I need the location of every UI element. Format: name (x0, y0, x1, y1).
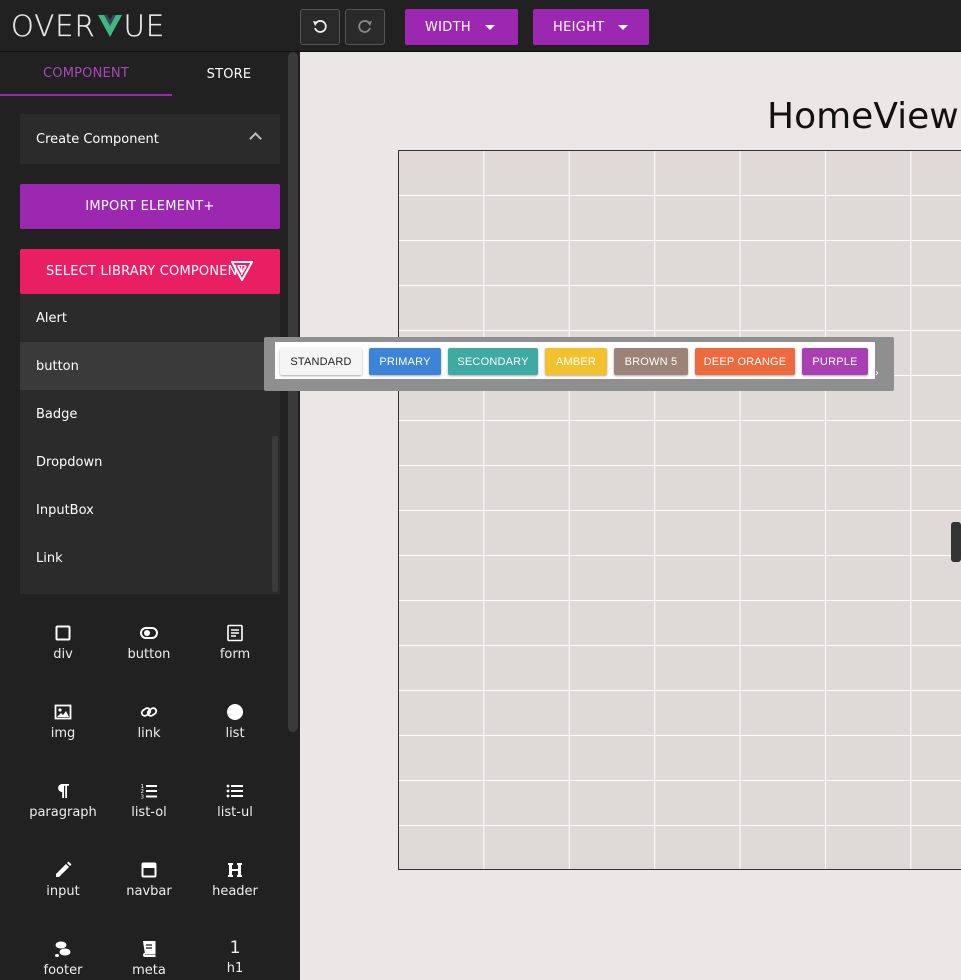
element-label: input (46, 884, 80, 899)
element-label: link (137, 726, 161, 741)
element-div[interactable]: div (20, 614, 106, 693)
import-element-button[interactable]: IMPORT ELEMENT+ (20, 184, 280, 229)
undo-button[interactable] (300, 9, 340, 45)
ordered-list-icon: 123 (141, 784, 157, 801)
element-link[interactable]: link (106, 693, 192, 772)
select-library-component-label: SELECT LIBRARY COMPONENT (46, 264, 246, 279)
height-label: HEIGHT (553, 19, 605, 35)
footprint-icon (55, 941, 71, 957)
form-icon (227, 624, 243, 642)
library-item-badge[interactable]: Badge (20, 390, 270, 438)
element-label: list-ol (131, 805, 167, 820)
button-purple[interactable]: PURPLE (802, 348, 868, 375)
vue-v-logo-icon (97, 15, 122, 37)
chevron-up-icon (249, 132, 262, 145)
button-group-frame: STANDARD PRIMARY SECONDARY AMBER BROWN 5… (275, 342, 875, 379)
element-button[interactable]: button (106, 614, 192, 693)
chevron-right-icon: › (875, 368, 879, 379)
element-header[interactable]: header (192, 851, 278, 930)
caret-down-icon (618, 24, 629, 30)
paragraph-icon (58, 784, 69, 798)
toggle-icon (140, 627, 158, 639)
element-meta[interactable]: meta (106, 930, 192, 980)
element-label: list-ul (217, 805, 253, 820)
tab-component[interactable]: COMPONENT (0, 52, 172, 96)
button-secondary[interactable]: SECONDARY (448, 348, 538, 375)
element-img[interactable]: img (20, 693, 106, 772)
element-label: header (212, 884, 258, 899)
view-title: HomeView (767, 96, 959, 137)
library-item-button[interactable]: button (20, 342, 270, 390)
element-label: h1 (226, 961, 244, 976)
logo-text-left: OVER (11, 9, 96, 43)
element-paragraph[interactable]: paragraph (20, 772, 106, 851)
sidebar-scrollbar[interactable] (288, 52, 298, 732)
element-footer[interactable]: footer (20, 930, 106, 980)
top-toolbar: OVER UE WIDTH HEIGHT (0, 0, 961, 52)
height-dropdown-button[interactable]: HEIGHT (533, 9, 649, 45)
element-label: button (127, 647, 171, 662)
element-label: meta (132, 963, 166, 978)
element-list[interactable]: list (192, 693, 278, 772)
sidebar: COMPONENT STORE Create Component IMPORT … (0, 52, 300, 980)
library-item-alert[interactable]: Alert (20, 294, 270, 342)
element-input[interactable]: input (20, 851, 106, 930)
resize-handle[interactable] (951, 522, 961, 562)
library-component-list: Alert button Badge Dropdown InputBox Lin… (20, 294, 280, 594)
library-list-scrollbar[interactable] (272, 436, 278, 592)
layout-grid[interactable] (398, 150, 961, 870)
circle-icon (227, 704, 243, 720)
element-h1[interactable]: 1 h1 (192, 930, 278, 980)
button-brown[interactable]: BROWN 5 (614, 348, 688, 375)
square-icon (55, 625, 71, 641)
select-library-component-button[interactable]: SELECT LIBRARY COMPONENT (20, 249, 280, 294)
svg-text:3: 3 (141, 795, 145, 801)
create-component-panel-header[interactable]: Create Component (20, 114, 280, 164)
button-amber[interactable]: AMBER (545, 348, 607, 375)
redo-icon (358, 20, 372, 33)
button-standard[interactable]: STANDARD (280, 348, 362, 375)
element-form[interactable]: form (192, 614, 278, 693)
pencil-icon (56, 861, 72, 877)
element-label: img (50, 726, 76, 741)
redo-button[interactable] (345, 9, 385, 45)
element-label: navbar (126, 884, 172, 899)
logo-text-right: UE (123, 9, 166, 43)
element-label: paragraph (29, 805, 97, 820)
canvas-area: HomeView (300, 52, 961, 980)
element-label: form (219, 647, 251, 662)
link-icon (140, 707, 158, 717)
element-label: footer (43, 963, 83, 978)
book-icon (143, 941, 156, 957)
width-dropdown-button[interactable]: WIDTH (405, 9, 518, 45)
sidebar-tabs: COMPONENT STORE (0, 52, 286, 96)
element-label: div (53, 647, 73, 662)
element-navbar[interactable]: navbar (106, 851, 192, 930)
caret-down-icon (484, 24, 495, 30)
vuetify-logo-icon (231, 261, 253, 281)
element-list-ol[interactable]: 123 list-ol (106, 772, 192, 851)
library-item-dropdown[interactable]: Dropdown (20, 438, 270, 486)
app-logo: OVER UE (11, 9, 166, 43)
library-item-inputbox[interactable]: InputBox (20, 486, 270, 534)
navbar-icon (141, 862, 157, 878)
unordered-list-icon (226, 784, 243, 798)
button-deep-orange[interactable]: DEEP ORANGE (695, 348, 795, 375)
create-component-label: Create Component (36, 131, 159, 147)
numeral-one-icon: 1 (229, 938, 241, 958)
library-item-link[interactable]: Link (20, 534, 270, 582)
button-group-component[interactable]: STANDARD PRIMARY SECONDARY AMBER BROWN 5… (264, 337, 894, 391)
element-label: list (225, 726, 245, 741)
image-icon (54, 704, 72, 720)
heading-icon (228, 863, 242, 877)
tab-store[interactable]: STORE (172, 52, 286, 96)
undo-icon (313, 20, 327, 33)
element-list-ul[interactable]: list-ul (192, 772, 278, 851)
button-primary[interactable]: PRIMARY (369, 348, 441, 375)
width-label: WIDTH (425, 19, 471, 35)
